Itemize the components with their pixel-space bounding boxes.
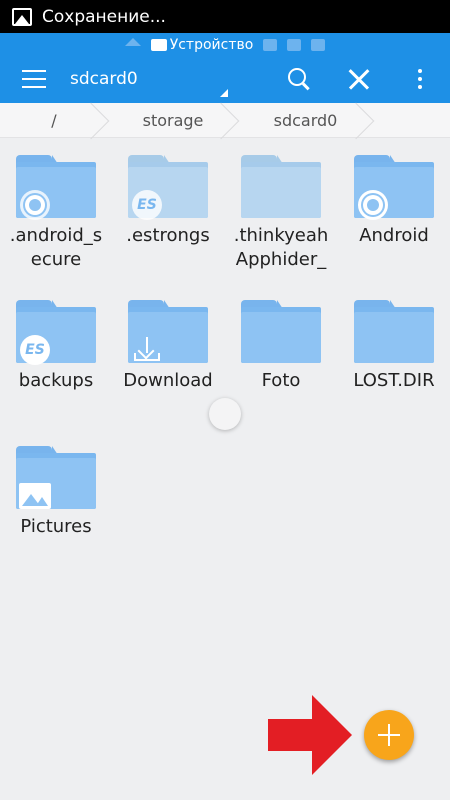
folder-item[interactable]: Android bbox=[338, 155, 450, 248]
folder-icon bbox=[16, 446, 96, 509]
folder-icon: ES bbox=[16, 300, 96, 365]
window-tab-device[interactable]: Устройство bbox=[150, 37, 254, 53]
es-icon: ES bbox=[18, 333, 52, 367]
window-tab-label: Устройство bbox=[169, 37, 254, 53]
breadcrumb-storage[interactable]: storage bbox=[108, 103, 238, 138]
window-strip: Устройство bbox=[0, 35, 450, 55]
download-icon bbox=[130, 333, 164, 367]
folder-item[interactable]: Download bbox=[112, 300, 224, 393]
folder-icon bbox=[16, 155, 96, 220]
folder-item[interactable]: LOST.DIR bbox=[338, 300, 450, 393]
breadcrumb-label: sdcard0 bbox=[273, 111, 338, 130]
folder-item[interactable]: ES .estrongs bbox=[112, 155, 224, 248]
home-icon[interactable] bbox=[124, 38, 141, 46]
loading-spinner bbox=[209, 398, 241, 430]
search-icon[interactable] bbox=[283, 63, 315, 95]
network-icon[interactable] bbox=[311, 39, 326, 51]
device-icon bbox=[150, 39, 167, 51]
folder-item[interactable]: ES backups bbox=[0, 300, 112, 393]
path-title[interactable]: sdcard0 bbox=[70, 69, 230, 89]
app-bar: Устройство sdcard0 bbox=[0, 33, 450, 103]
more-options-icon[interactable] bbox=[404, 63, 436, 95]
breadcrumb-label: storage bbox=[142, 111, 204, 130]
image-icon bbox=[18, 479, 52, 513]
breadcrumb-sdcard0[interactable]: sdcard0 bbox=[238, 103, 373, 138]
folder-icon bbox=[241, 300, 321, 363]
folder-icon bbox=[354, 155, 434, 220]
gear-icon bbox=[18, 188, 52, 222]
breadcrumb-separator bbox=[357, 103, 375, 138]
breadcrumb: / storage sdcard0 bbox=[0, 103, 450, 138]
folder-name: .android_s ecure bbox=[9, 225, 103, 270]
folder-name: LOST.DIR bbox=[353, 370, 435, 391]
status-title: Сохранение... bbox=[42, 6, 166, 27]
dropdown-indicator-icon[interactable] bbox=[220, 89, 228, 97]
folder-icon bbox=[241, 155, 321, 218]
folder-name: Download bbox=[123, 370, 213, 391]
breadcrumb-root[interactable]: / bbox=[0, 103, 108, 138]
status-bar: Сохранение... bbox=[0, 0, 450, 33]
gear-icon bbox=[356, 188, 390, 222]
folder-name: backups bbox=[18, 370, 94, 391]
folder-item[interactable]: .android_s ecure bbox=[0, 155, 112, 272]
folder-name: Android bbox=[359, 225, 429, 246]
folder-item[interactable]: Pictures bbox=[0, 446, 112, 539]
es-icon: ES bbox=[130, 188, 164, 222]
folder-icon bbox=[128, 300, 208, 363]
image-notification-icon bbox=[12, 7, 32, 26]
folder-name: Pictures bbox=[20, 516, 92, 537]
breadcrumb-label: / bbox=[51, 111, 57, 130]
folder-icon: ES bbox=[128, 155, 208, 220]
folder-item[interactable]: Foto bbox=[225, 300, 337, 393]
folder-name: .thinkyeah Apphider_ bbox=[233, 225, 329, 270]
folder-item[interactable]: .thinkyeah Apphider_ bbox=[225, 155, 337, 272]
folder-icon bbox=[354, 300, 434, 363]
add-button[interactable] bbox=[364, 710, 414, 760]
menu-icon[interactable] bbox=[22, 70, 46, 88]
folder-name: Foto bbox=[261, 370, 301, 391]
chat-icon[interactable] bbox=[263, 39, 278, 51]
toolbar: sdcard0 bbox=[0, 55, 450, 103]
annotation-arrow bbox=[268, 695, 352, 775]
printer-icon[interactable] bbox=[287, 39, 302, 51]
close-icon[interactable] bbox=[343, 63, 375, 95]
plus-icon bbox=[378, 724, 400, 746]
folder-name: .estrongs bbox=[126, 225, 210, 246]
